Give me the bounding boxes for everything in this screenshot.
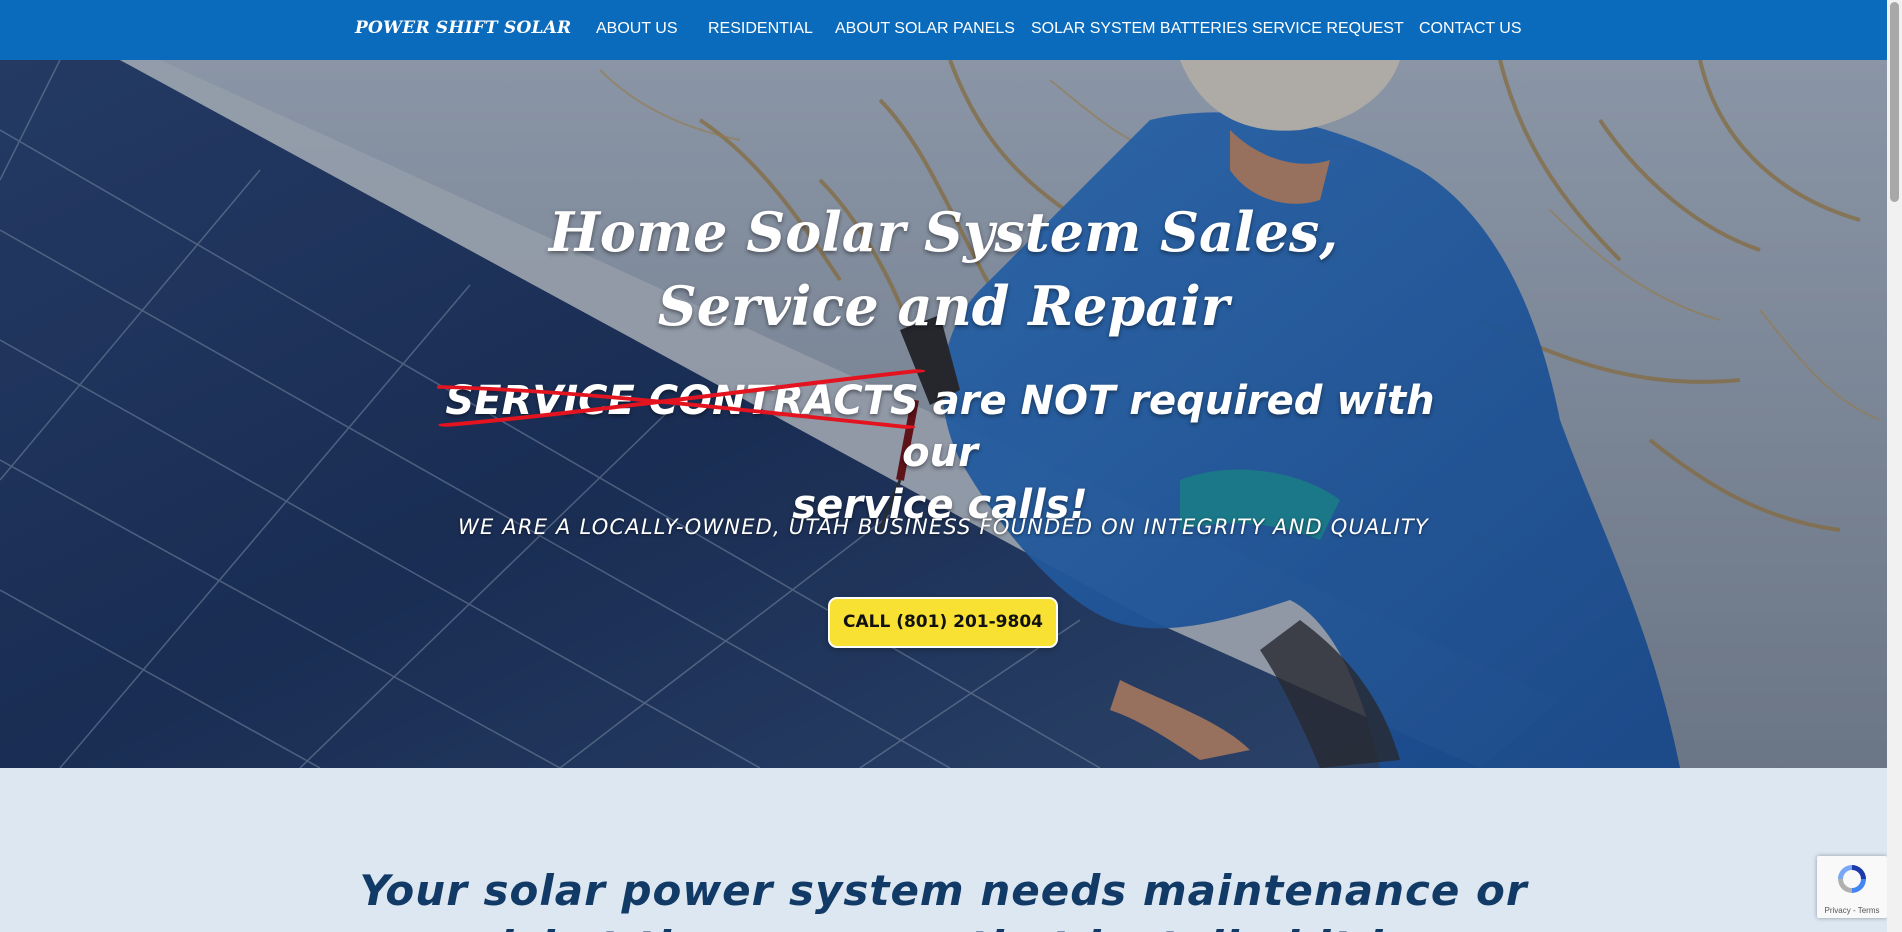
nav-solar-system-batteries[interactable]: SOLAR SYSTEM BATTERIES — [1031, 20, 1248, 38]
call-phone-button[interactable]: CALL (801) 201-9804 — [828, 597, 1058, 648]
page-scrollbar[interactable] — [1887, 0, 1902, 932]
recaptcha-terms[interactable]: Privacy - Terms — [1819, 906, 1885, 915]
nav-about-us[interactable]: ABOUT US — [596, 20, 678, 38]
nav-about-solar-panels[interactable]: ABOUT SOLAR PANELS — [835, 20, 1015, 38]
hero-banner: Home Solar System Sales, Service and Rep… — [0, 60, 1887, 768]
nav-service-request[interactable]: SERVICE REQUEST — [1252, 20, 1404, 38]
hero-title-line1: Home Solar System Sales, — [548, 200, 1339, 264]
top-navbar: POWER SHIFT SOLAR ABOUT US RESIDENTIAL A… — [0, 0, 1887, 60]
intro-section: Your solar power system needs maintenanc… — [0, 768, 1887, 932]
nav-contact-us[interactable]: CONTACT US — [1419, 20, 1522, 38]
hero-subheading: SERVICE CONTRACTS are NOT required with … — [437, 369, 1440, 531]
hero-sub-rest: are NOT required with our — [902, 378, 1435, 476]
recaptcha-badge[interactable]: Privacy - Terms — [1817, 856, 1887, 918]
hero-tagline: WE ARE A LOCALLY-OWNED, UTAH BUSINESS FO… — [458, 515, 1429, 539]
page: POWER SHIFT SOLAR ABOUT US RESIDENTIAL A… — [0, 0, 1902, 932]
intro-heading: Your solar power system needs maintenanc… — [0, 863, 1887, 932]
hero-title-line2: Service and Repair — [657, 274, 1230, 338]
intro-heading-line1: Your solar power system needs maintenanc… — [359, 866, 1528, 915]
intro-heading-line2: riskat the company that installed it is — [0, 919, 1887, 932]
hero-title: Home Solar System Sales, Service and Rep… — [0, 195, 1887, 343]
brand-logo[interactable]: POWER SHIFT SOLAR — [355, 18, 571, 38]
nav-residential[interactable]: RESIDENTIAL — [708, 20, 813, 38]
struck-service-contracts: SERVICE CONTRACTS — [437, 369, 926, 429]
recaptcha-icon — [1838, 865, 1866, 893]
scrollbar-thumb[interactable] — [1890, 2, 1899, 202]
struck-text: SERVICE CONTRACTS — [445, 378, 919, 424]
